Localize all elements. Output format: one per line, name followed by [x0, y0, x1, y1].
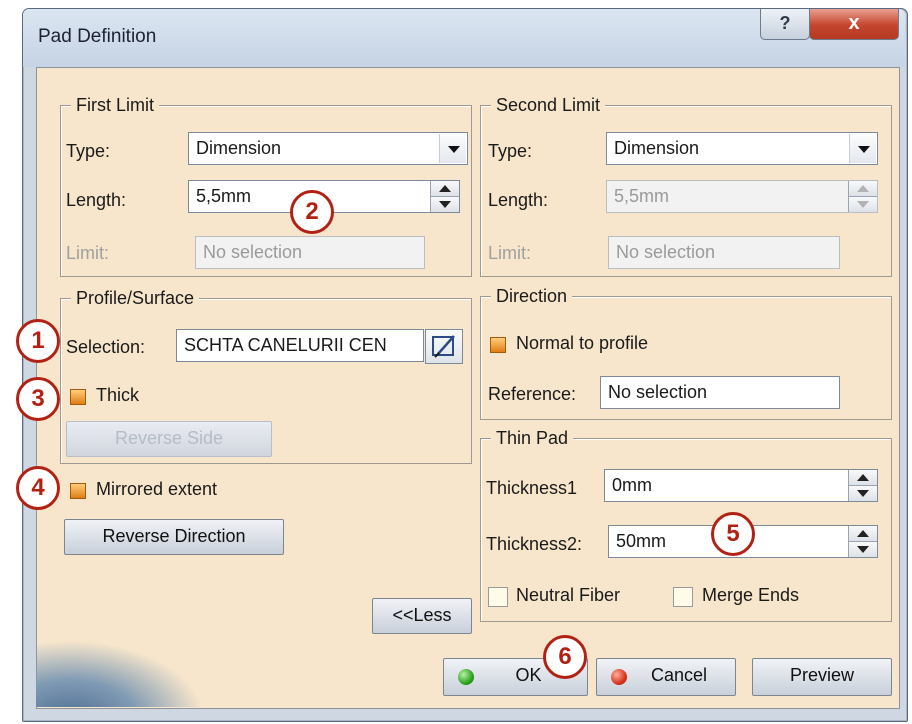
cancel-label: Cancel [650, 665, 708, 685]
thick-checkbox[interactable] [70, 389, 86, 405]
less-button[interactable]: <<Less [372, 598, 472, 634]
callout-badge-2: 2 [290, 190, 334, 234]
dialog-title: Pad Definition [38, 26, 157, 47]
mirrored-extent-checkbox[interactable] [70, 483, 86, 499]
chevron-down-icon[interactable] [849, 134, 876, 163]
spin-down-icon[interactable] [431, 197, 459, 212]
second-type-value: Dimension [614, 138, 700, 158]
first-length-label: Length: [66, 190, 127, 210]
first-limit-field: No selection [195, 236, 425, 269]
chevron-down-icon[interactable] [439, 134, 466, 163]
normal-to-profile-checkbox[interactable] [490, 337, 506, 353]
help-icon: ? [779, 13, 791, 33]
sketcher-icon[interactable] [425, 329, 463, 364]
spin-down-icon[interactable] [849, 542, 877, 557]
neutral-fiber-label: Neutral Fiber [516, 585, 621, 605]
merge-ends-label: Merge Ends [702, 585, 800, 605]
thickness1-spinner[interactable] [848, 470, 877, 501]
reference-label: Reference: [488, 384, 577, 404]
callout-badge-1: 1 [16, 319, 60, 363]
callout-badge-3: 3 [16, 377, 60, 421]
thin-pad-legend: Thin Pad [491, 427, 574, 449]
selection-field[interactable]: SCHTA CANELURII CEN [176, 329, 424, 362]
close-icon: x [848, 12, 860, 34]
second-limit-legend: Second Limit [491, 94, 606, 116]
first-type-value: Dimension [196, 138, 282, 158]
spin-up-icon[interactable] [849, 526, 877, 542]
cancel-button[interactable]: Cancel [596, 658, 736, 696]
first-limit-label: Limit: [66, 243, 110, 263]
ok-status-icon [458, 669, 474, 685]
ok-label: OK [515, 665, 542, 685]
second-limit-field: No selection [608, 236, 840, 269]
close-button[interactable]: x [809, 9, 899, 40]
normal-to-profile-label: Normal to profile [516, 333, 649, 353]
cancel-status-icon [611, 669, 627, 685]
background-graphic [36, 640, 206, 707]
first-limit-legend: First Limit [71, 94, 159, 116]
spin-down-icon [849, 197, 877, 212]
second-length-spinner [848, 181, 877, 212]
first-length-value: 5,5mm [196, 186, 252, 206]
preview-button[interactable]: Preview [752, 658, 892, 696]
first-type-label: Type: [66, 141, 111, 161]
selection-label: Selection: [66, 337, 146, 357]
profile-surface-legend: Profile/Surface [71, 287, 200, 309]
reference-field[interactable]: No selection [600, 376, 840, 409]
second-type-dropdown[interactable]: Dimension [606, 132, 878, 165]
mirrored-extent-label: Mirrored extent [96, 479, 218, 499]
callout-badge-4: 4 [16, 466, 60, 510]
second-limit-label: Limit: [488, 243, 532, 263]
callout-badge-6: 6 [543, 635, 587, 679]
second-length-value: 5,5mm [614, 186, 670, 206]
callout-badge-5: 5 [711, 512, 755, 556]
merge-ends-checkbox[interactable] [673, 587, 693, 607]
spin-up-icon [849, 181, 877, 197]
reverse-side-button: Reverse Side [66, 421, 272, 457]
neutral-fiber-checkbox[interactable] [488, 587, 508, 607]
thickness1-input[interactable]: 0mm [604, 469, 878, 502]
first-length-spinner[interactable] [430, 181, 459, 212]
help-button[interactable]: ? [760, 9, 810, 40]
spin-up-icon[interactable] [849, 470, 877, 486]
reverse-direction-button[interactable]: Reverse Direction [64, 519, 284, 555]
thickness1-label: Thickness1 [486, 478, 578, 498]
thickness2-label: Thickness2: [486, 534, 583, 554]
second-length-label: Length: [488, 190, 549, 210]
thickness1-value: 0mm [612, 475, 652, 495]
second-length-input: 5,5mm [606, 180, 878, 213]
direction-legend: Direction [491, 285, 573, 307]
spin-down-icon[interactable] [849, 486, 877, 501]
thickness2-spinner[interactable] [848, 526, 877, 557]
thickness2-value: 50mm [616, 531, 667, 551]
thick-label: Thick [96, 385, 140, 405]
second-type-label: Type: [488, 141, 533, 161]
spin-up-icon[interactable] [431, 181, 459, 197]
first-type-dropdown[interactable]: Dimension [188, 132, 468, 165]
